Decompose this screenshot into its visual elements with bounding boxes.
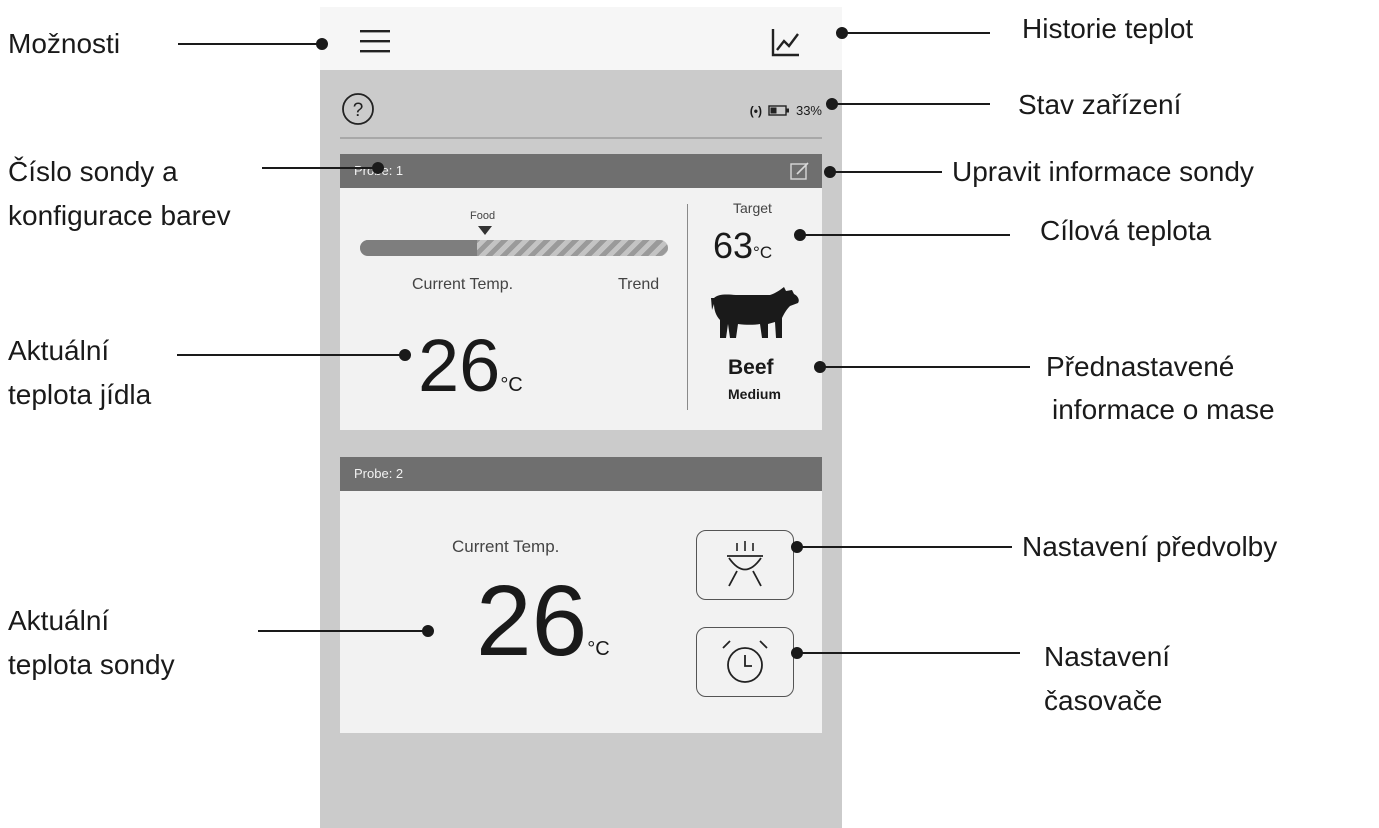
annotation-probe-temp-l2: teplota sondy bbox=[8, 649, 175, 680]
progress-fill bbox=[360, 240, 478, 256]
battery-percent: 33% bbox=[795, 103, 822, 118]
svg-text:?: ? bbox=[353, 100, 364, 121]
annotation-target-temperature: Cílová teplota bbox=[1040, 215, 1212, 246]
food-temp-value: 26 bbox=[418, 324, 501, 407]
probe-1-card[interactable]: Probe: 1 Food Current Temp. Trend 26°C T… bbox=[340, 154, 822, 430]
hamburger-menu-icon[interactable] bbox=[358, 27, 392, 55]
meat-name: Beef bbox=[728, 356, 774, 379]
annotation-options: Možnosti bbox=[8, 28, 121, 59]
phone-screen: ? (•) 33% Probe: 1 Food Current Temp. Tr bbox=[320, 7, 842, 828]
probe-current-temperature: 26°C bbox=[476, 567, 610, 703]
annotation-preset-settings: Nastavení předvolby bbox=[1022, 531, 1278, 562]
probe-current-temp-label: Current Temp. bbox=[452, 537, 560, 556]
current-temp-label: Current Temp. bbox=[412, 276, 514, 293]
alarm-clock-icon bbox=[722, 640, 768, 683]
probe-2-header: Probe: 2 bbox=[340, 457, 822, 491]
probe-temp-unit: °C bbox=[587, 638, 610, 660]
annotation-probe-number-l1: Číslo sondy a bbox=[8, 156, 178, 187]
temp-unit: °C bbox=[500, 374, 523, 396]
probe-1-header: Probe: 1 bbox=[340, 154, 822, 188]
annotation-device-status: Stav zařízení bbox=[1018, 89, 1182, 120]
annotation-meat-info-l1: Přednastavené bbox=[1046, 351, 1235, 382]
annotation-food-temp-l1: Aktuální bbox=[8, 335, 110, 366]
probe-2-label: Probe: 2 bbox=[354, 466, 404, 481]
question-circle-icon[interactable]: ? bbox=[341, 92, 375, 126]
divider bbox=[687, 204, 688, 410]
probe-1-label: Probe: 1 bbox=[354, 163, 404, 178]
annotation-meat-info-l2: informace o mase bbox=[1052, 394, 1275, 425]
grill-icon bbox=[727, 541, 763, 587]
preset-button[interactable] bbox=[696, 530, 794, 600]
signal-icon: (•) bbox=[749, 103, 762, 118]
annotation-probe-number-l2: konfigurace barev bbox=[8, 200, 231, 231]
edit-icon[interactable] bbox=[790, 162, 810, 180]
food-marker bbox=[478, 226, 492, 235]
timer-button[interactable] bbox=[696, 627, 794, 697]
annotation-temperature-history: Historie teplot bbox=[1022, 13, 1194, 44]
chart-line-icon[interactable] bbox=[768, 25, 802, 59]
annotation-probe-temp-l1: Aktuální bbox=[8, 605, 110, 636]
temperature-progress-bar bbox=[360, 240, 668, 256]
target-temp-unit: °C bbox=[753, 243, 773, 262]
target-temp-value: 63 bbox=[713, 225, 754, 266]
probe-temp-value: 26 bbox=[476, 565, 588, 677]
status-row: ? (•) 33% bbox=[340, 85, 822, 139]
battery-icon bbox=[768, 105, 789, 116]
food-label: Food bbox=[470, 210, 496, 222]
probe-2-card[interactable]: Probe: 2 Current Temp. 26°C bbox=[340, 457, 822, 733]
annotation-timer-l2: časovače bbox=[1044, 685, 1163, 716]
top-bar bbox=[320, 7, 842, 70]
target-label: Target bbox=[733, 200, 772, 216]
trend-label: Trend bbox=[618, 276, 660, 293]
annotation-food-temp-l2: teplota jídla bbox=[8, 379, 152, 410]
target-temperature: 63°C bbox=[713, 226, 772, 273]
annotation-timer-l1: Nastavení bbox=[1044, 641, 1171, 672]
doneness-level: Medium bbox=[728, 386, 781, 402]
food-current-temperature: 26°C bbox=[418, 326, 523, 425]
annotation-edit-probe: Upravit informace sondy bbox=[952, 156, 1254, 187]
cow-icon bbox=[711, 287, 799, 338]
device-status: (•) 33% bbox=[750, 103, 822, 118]
